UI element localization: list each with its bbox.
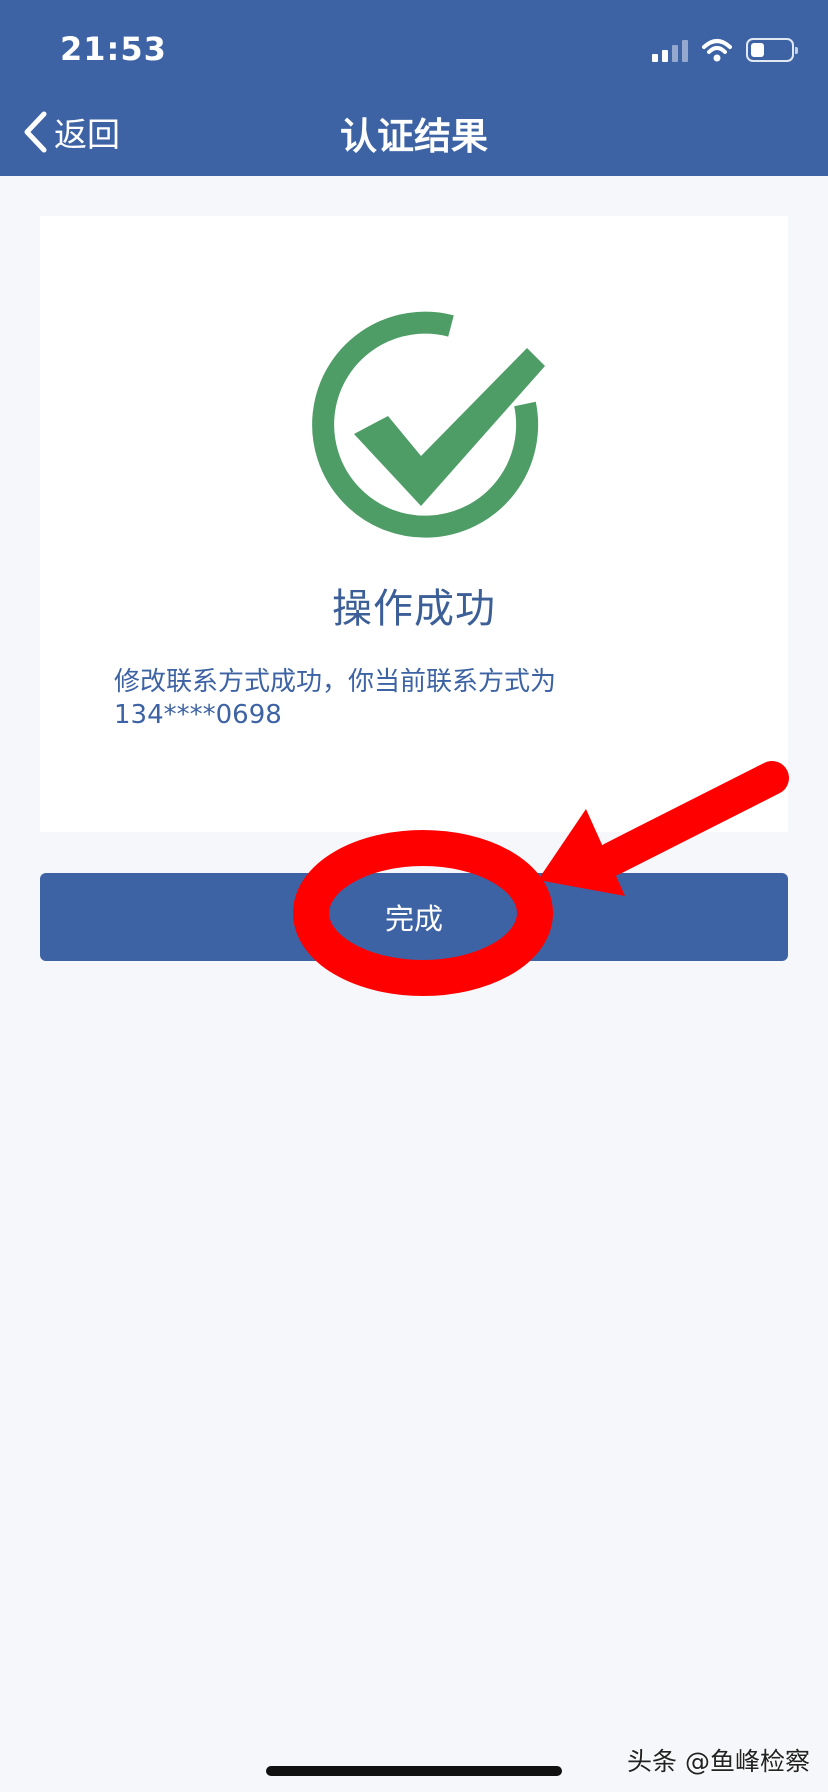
watermark: 头条 @鱼峰检察 (627, 1747, 810, 1776)
top-bar: 21:53 返回 认证结果 (0, 0, 828, 176)
app-screen: 21:53 返回 认证结果 操作成功 修改联系方式成功，你当前联系方式为134*… (0, 0, 828, 1792)
done-button[interactable]: 完成 (40, 873, 788, 961)
back-button[interactable]: 返回 (22, 108, 120, 156)
success-check-icon (312, 311, 545, 538)
battery-level (751, 43, 764, 57)
home-indicator[interactable] (266, 1766, 562, 1776)
result-description: 修改联系方式成功，你当前联系方式为134****0698 (114, 667, 557, 730)
result-card: 操作成功 修改联系方式成功，你当前联系方式为134****0698 (40, 216, 788, 832)
result-title: 操作成功 (332, 586, 496, 632)
wifi-icon (702, 39, 732, 62)
chevron-left-icon (24, 111, 47, 153)
cellular-signal-icon (652, 38, 688, 62)
back-label: 返回 (54, 115, 120, 154)
page-title: 认证结果 (340, 115, 488, 158)
status-time: 21:53 (60, 30, 167, 68)
status-icons (652, 36, 798, 64)
battery-icon (746, 38, 798, 62)
